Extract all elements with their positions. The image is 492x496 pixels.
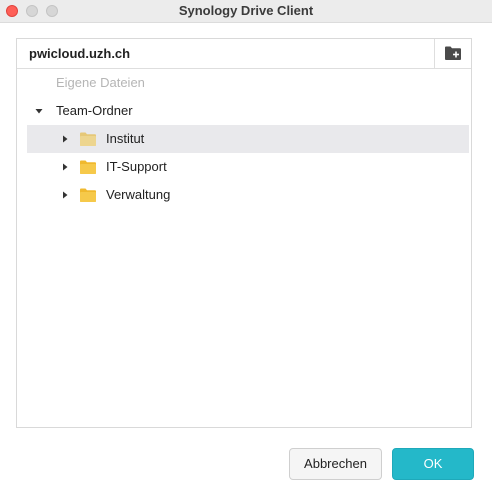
panel-header: pwicloud.uzh.ch (17, 39, 471, 69)
new-folder-button[interactable] (434, 39, 471, 68)
tree-item-institut[interactable]: Institut (27, 125, 469, 153)
tree-item-label: Eigene Dateien (56, 75, 145, 90)
tree-item-label: IT-Support (106, 159, 167, 174)
disclosure-expanded-icon[interactable] (35, 97, 45, 125)
folder-tree: Eigene Dateien Team-Ordner Institut IT-S… (17, 69, 471, 209)
disclosure-collapsed-icon[interactable] (61, 181, 71, 209)
disclosure-collapsed-icon[interactable] (61, 153, 71, 181)
new-folder-icon (445, 46, 461, 60)
tree-item-label: Institut (106, 131, 145, 146)
tree-item-my-files: Eigene Dateien (17, 69, 471, 97)
title-bar: Synology Drive Client (0, 0, 492, 23)
cancel-button[interactable]: Abbrechen (289, 448, 382, 480)
tree-item-team-folder[interactable]: Team-Ordner (17, 97, 471, 125)
tree-item-it-support[interactable]: IT-Support (17, 153, 471, 181)
folder-browser-panel: pwicloud.uzh.ch Eigene Dateien Team-Ordn… (16, 38, 472, 428)
dialog-window: Synology Drive Client pwicloud.uzh.ch Ei… (0, 0, 492, 496)
tree-item-label: Verwaltung (106, 187, 171, 202)
ok-button[interactable]: OK (392, 448, 474, 480)
tree-item-label: Team-Ordner (56, 103, 133, 118)
folder-icon (80, 160, 96, 174)
folder-icon (80, 132, 96, 146)
tree-item-verwaltung[interactable]: Verwaltung (17, 181, 471, 209)
server-name: pwicloud.uzh.ch (29, 46, 131, 61)
disclosure-collapsed-icon[interactable] (61, 125, 71, 153)
window-title: Synology Drive Client (178, 3, 314, 18)
folder-icon (80, 188, 96, 202)
